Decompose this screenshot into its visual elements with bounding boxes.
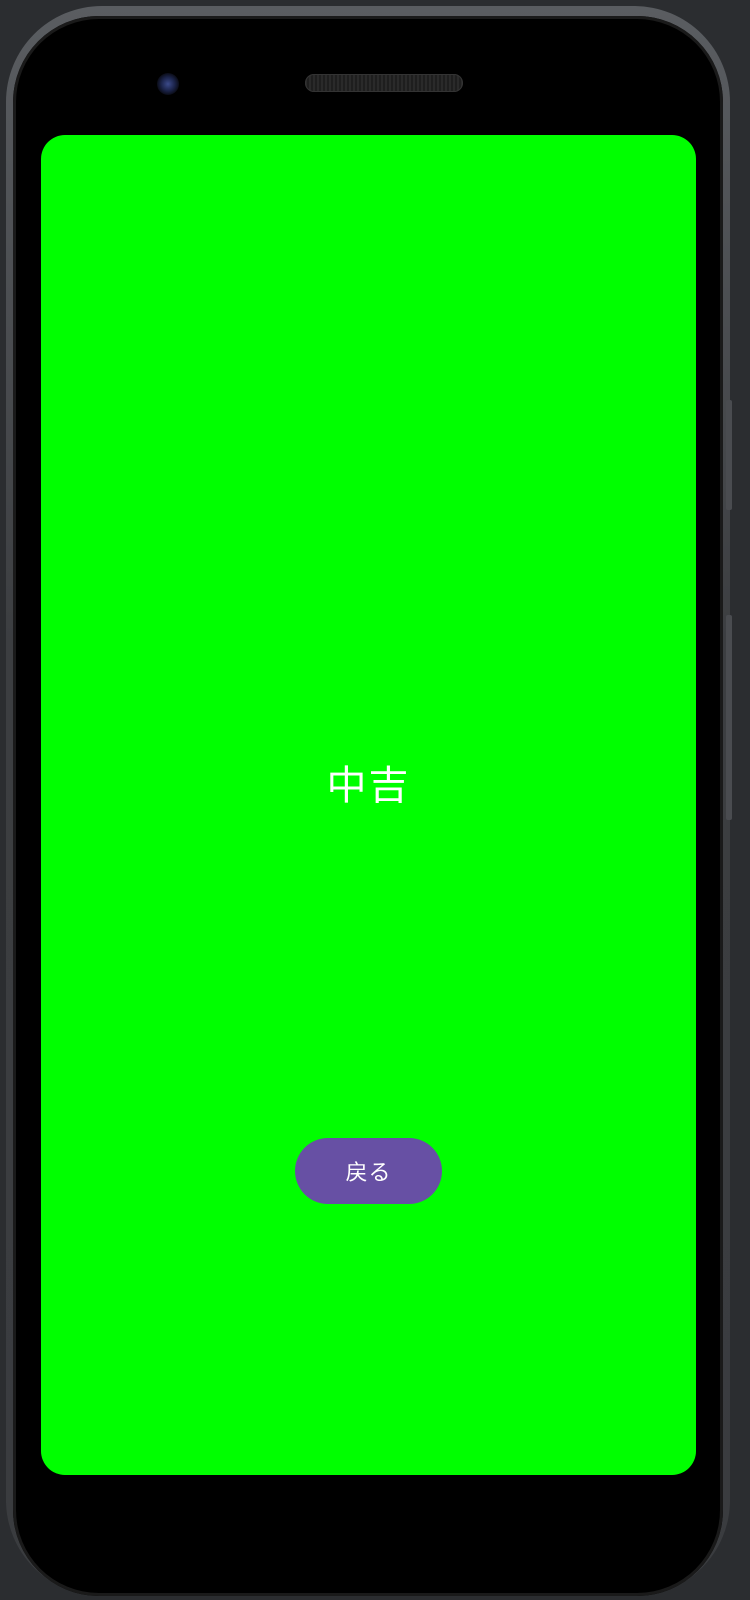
back-button[interactable]: 戻る bbox=[295, 1138, 442, 1204]
earpiece-speaker bbox=[305, 74, 463, 92]
volume-button[interactable] bbox=[726, 615, 732, 820]
emulator-background: 中吉 戻る bbox=[0, 0, 750, 1600]
fortune-result-text: 中吉 bbox=[326, 763, 411, 809]
app-screen: 中吉 戻る bbox=[41, 135, 696, 1475]
power-button[interactable] bbox=[726, 400, 732, 510]
front-camera-icon bbox=[157, 73, 179, 95]
